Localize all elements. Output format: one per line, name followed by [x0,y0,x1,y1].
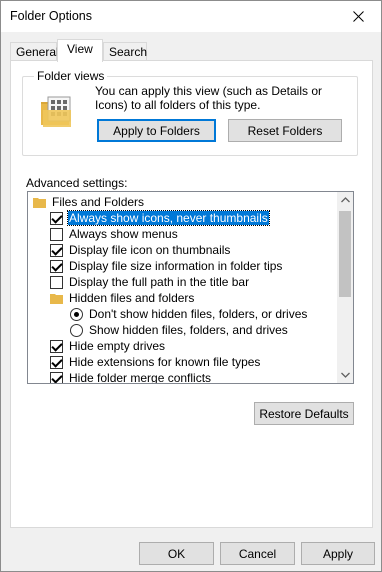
tree-item-hide-empty-drives[interactable]: Hide empty drives [50,338,166,354]
folder-view-icon [41,96,71,127]
title-bar[interactable]: Folder Options [1,1,381,32]
apply-to-folders-button[interactable]: Apply to Folders [97,119,216,142]
checkbox[interactable] [50,259,63,273]
radio-button[interactable] [70,323,83,337]
reset-folders-button[interactable]: Reset Folders [228,119,342,142]
tree-item-label: Always show icons, never thumbnails [67,210,270,226]
checkbox[interactable] [50,355,63,369]
tree-item-full-path[interactable]: Display the full path in the title bar [50,274,250,290]
tree-folder-files-and-folders[interactable]: Files and Folders [33,194,145,210]
chevron-up-icon [340,197,350,203]
tree-item-label: Display file icon on thumbnails [69,243,231,257]
radio-button[interactable] [70,307,83,321]
tree-item-always-show-icons[interactable]: Always show icons, never thumbnails [50,210,270,226]
folder-options-window: Folder Options General View Search Folde… [0,0,382,572]
folder-views-legend: Folder views [34,69,108,83]
cancel-button[interactable]: Cancel [220,542,295,565]
tab-search[interactable]: Search [103,42,147,61]
tab-label: General [16,45,59,59]
checkbox[interactable] [50,339,63,353]
chevron-down-icon [340,372,350,378]
advanced-settings-label: Advanced settings: [26,176,128,190]
tree-item-label: Display file size information in folder … [69,259,283,273]
button-label: OK [167,546,186,561]
tree-folder-hidden-files[interactable]: Hidden files and folders [50,290,195,306]
checkbox[interactable] [50,243,63,257]
scroll-down-button[interactable] [337,367,353,383]
checkbox[interactable] [50,371,63,383]
folder-icon [50,294,63,304]
tree-item-always-show-menus[interactable]: Always show menus [50,226,179,242]
tree-item-display-file-icon[interactable]: Display file icon on thumbnails [50,242,231,258]
checkbox[interactable] [50,275,63,289]
tree-item-show-hidden[interactable]: Show hidden files, folders, and drives [70,322,289,338]
window-title: Folder Options [10,9,92,23]
tree-item-hide-extensions[interactable]: Hide extensions for known file types [50,354,261,370]
folder-icon [33,198,46,208]
advanced-settings-tree[interactable]: Files and Folders Always show icons, nev… [27,191,354,384]
tree-item-hide-merge-conflicts[interactable]: Hide folder merge conflicts [50,370,212,384]
tree-item-dont-show-hidden[interactable]: Don't show hidden files, folders, or dri… [70,306,308,322]
tree-item-label: Hide folder merge conflicts [69,371,212,384]
apply-button[interactable]: Apply [301,542,375,565]
close-icon [353,10,364,22]
button-label: Apply to Folders [113,123,200,138]
tree-item-label: Hide empty drives [69,339,166,353]
tab-general[interactable]: General [10,42,59,61]
scroll-up-button[interactable] [337,192,353,208]
scroll-thumb[interactable] [339,211,351,297]
tree-scrollbar[interactable] [337,192,353,383]
tree-item-label: Hide extensions for known file types [69,355,261,369]
tree-item-label: Don't show hidden files, folders, or dri… [89,307,308,321]
button-label: Reset Folders [247,123,323,138]
close-button[interactable] [336,1,381,31]
button-label: Cancel [238,546,277,561]
folder-views-description: You can apply this view (such as Details… [95,84,323,112]
tree-item-label: Display the full path in the title bar [69,275,250,289]
checkbox[interactable] [50,227,63,241]
tree-item-label: Show hidden files, folders, and drives [89,323,288,337]
ok-button[interactable]: OK [139,542,214,565]
tab-label: View [67,42,93,56]
tab-view[interactable]: View [57,39,103,62]
tree-item-label: Files and Folders [52,195,145,209]
checkbox[interactable] [50,211,63,225]
tab-label: Search [109,45,148,59]
button-label: Restore Defaults [259,406,349,421]
tree-item-display-file-size[interactable]: Display file size information in folder … [50,258,283,274]
tree-item-label: Always show menus [69,227,178,241]
restore-defaults-button[interactable]: Restore Defaults [254,402,354,425]
tree-item-label: Hidden files and folders [69,291,195,305]
button-label: Apply [322,546,354,561]
